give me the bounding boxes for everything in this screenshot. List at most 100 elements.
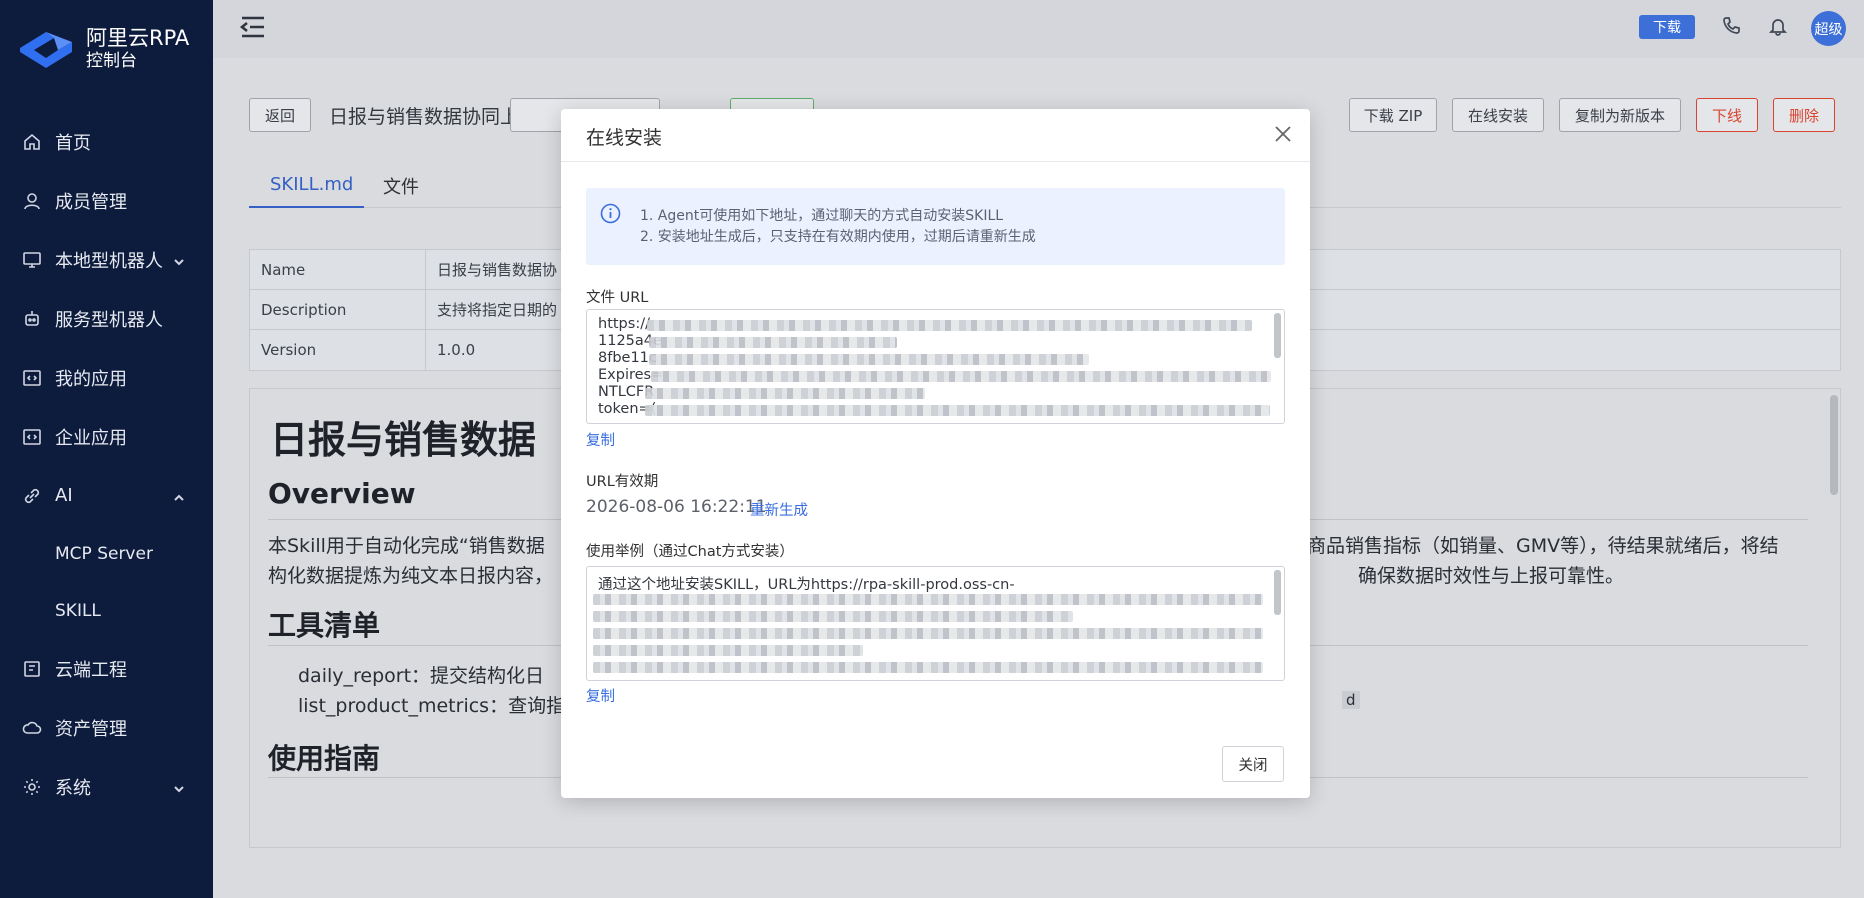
back-button[interactable]: 返回 [249,98,311,132]
user-icon [22,191,42,211]
sidebar-item-ai[interactable]: AI [0,466,213,525]
sidebar-item-label: 企业应用 [55,427,127,449]
menu-collapse-icon[interactable] [239,14,267,40]
link-icon [22,486,42,506]
alert-text: 1. Agent可使用如下地址，通过聊天的方式自动安装SKILL [640,208,1004,224]
example-textarea[interactable]: 通过这个地址安装SKILL，URL为https://rpa-skill-prod… [586,566,1285,681]
redacted-text [593,594,1263,605]
sidebar-item-label: 系统 [55,777,91,799]
sidebar-item-label: AI [55,485,73,506]
info-icon [600,203,621,224]
chevron-down-icon [173,252,185,266]
scrollbar[interactable] [1274,313,1281,358]
expiry-datetime: 2026-08-06 16:22:11 [586,497,767,517]
sidebar-item-label: 首页 [55,132,91,154]
online-install-dialog: 在线安装 1. Agent可使用如下地址，通过聊天的方式自动安装SKILL 2.… [561,109,1310,798]
example-label: 使用举例（通过Chat方式安装） [586,544,794,560]
file-url-textarea[interactable]: https:// 1125a4e 8fbe11c Expires= NTLCFR… [586,309,1285,424]
url-line: https:// [598,316,650,332]
copy-url-link[interactable]: 复制 [586,429,615,450]
info-alert: 1. Agent可使用如下地址，通过聊天的方式自动安装SKILL 2. 安装地址… [586,188,1285,265]
doc-title: 日报与销售数据 [270,418,537,462]
online-install-button[interactable]: 在线安装 [1452,98,1544,132]
doc-heading-tools: 工具清单 [268,609,381,642]
doc-heading-overview: Overview [268,477,416,510]
doc-paragraph: 确保数据时效性与上报可靠性。 [1358,565,1625,587]
meta-value: 日报与销售数据协 [437,261,558,279]
redacted-text [649,354,1089,365]
sidebar-item-system[interactable]: 系统 [0,757,213,816]
sidebar-item-local-robot[interactable]: 本地型机器人 [0,230,213,289]
scrollbar[interactable] [1830,395,1838,495]
download-button[interactable]: 下载 [1639,15,1695,39]
bell-icon[interactable] [1768,16,1788,36]
copy-example-link[interactable]: 复制 [586,685,615,706]
redacted-text [593,628,1263,639]
gear-icon [22,777,42,797]
sidebar-item-label: 资产管理 [55,718,127,740]
tab-skill-md[interactable]: SKILL.md [249,163,364,208]
sidebar-item-label: 云端工程 [55,659,127,681]
aliyun-rpa-logo-icon [20,32,72,68]
redacted-text [645,405,1270,416]
redacted-text [649,337,897,348]
sidebar-item-home[interactable]: 首页 [0,112,213,171]
doc-paragraph: 构化数据提炼为纯文本日报内容， [268,565,554,587]
sidebar-item-label: 我的应用 [55,368,127,390]
brand-name: 阿里云RPA [86,26,190,51]
url-validity-label: URL有效期 [586,474,659,490]
dialog-header: 在线安装 [561,109,1310,162]
sidebar-item-label: MCP Server [55,543,153,564]
redacted-text [593,662,1263,673]
dialog-title: 在线安装 [586,127,663,149]
list-item: daily_report：提交结构化日 [298,665,545,687]
code-icon [22,368,42,388]
close-button[interactable]: 关闭 [1222,746,1284,782]
cloud-icon [22,718,42,738]
close-icon[interactable] [1274,125,1292,143]
copy-new-version-button[interactable]: 复制为新版本 [1559,98,1681,132]
meta-value: 1.0.0 [437,341,476,359]
tab-files[interactable]: 文件 [383,163,419,208]
example-text: 通过这个地址安装SKILL，URL为https://rpa-skill-prod… [598,577,1015,593]
brand-subtitle: 控制台 [86,51,137,72]
sidebar-nav: 首页 成员管理 本地型机器人 服务型机器人 我的应用 企业应用 AI MCP S… [0,112,213,816]
download-zip-button[interactable]: 下载 ZIP [1349,98,1437,132]
delete-button[interactable]: 删除 [1773,98,1835,132]
robot-icon [22,309,42,329]
code-icon [22,427,42,447]
redacted-text [593,645,863,656]
redacted-text [651,371,1271,382]
avatar[interactable]: 超级 [1811,11,1846,46]
sidebar-item-members[interactable]: 成员管理 [0,171,213,230]
redacted-text [593,611,1073,622]
project-icon [22,659,42,679]
meta-key: Name [250,250,426,289]
offline-button[interactable]: 下线 [1696,98,1758,132]
file-url-label: 文件 URL [586,290,649,306]
chevron-down-icon [173,779,185,793]
sidebar-item-label: SKILL [55,600,101,621]
sidebar-item-label: 服务型机器人 [55,309,163,331]
home-icon [22,132,42,152]
doc-paragraph: 本Skill用于自动化完成“销售数据 [268,535,545,557]
sidebar-item-enterprise-apps[interactable]: 企业应用 [0,407,213,466]
doc-heading-guide: 使用指南 [268,742,381,775]
sidebar-item-cloud-project[interactable]: 云端工程 [0,639,213,698]
regenerate-link[interactable]: 重新生成 [750,499,808,520]
sidebar: 阿里云RPA 控制台 首页 成员管理 本地型机器人 服务型机器人 我的应用 企业… [0,0,213,898]
sidebar-item-my-apps[interactable]: 我的应用 [0,348,213,407]
phone-icon[interactable] [1721,16,1741,36]
sidebar-item-assets[interactable]: 资产管理 [0,698,213,757]
doc-paragraph: 商品销售指标（如销量、GMV等），待结果就绪后，将结 [1307,535,1779,557]
sidebar-item-label: 成员管理 [55,191,127,213]
sidebar-item-label: 本地型机器人 [55,250,163,272]
brand[interactable]: 阿里云RPA 控制台 [16,24,189,74]
list-item: list_product_metrics：查询指 [298,695,566,717]
sidebar-item-service-robot[interactable]: 服务型机器人 [0,289,213,348]
page-title: 日报与销售数据协同上报 [329,106,539,128]
sidebar-item-mcp-server[interactable]: MCP Server [0,525,213,582]
sidebar-item-skill[interactable]: SKILL [0,582,213,639]
scrollbar[interactable] [1274,570,1281,615]
monitor-icon [22,250,42,270]
